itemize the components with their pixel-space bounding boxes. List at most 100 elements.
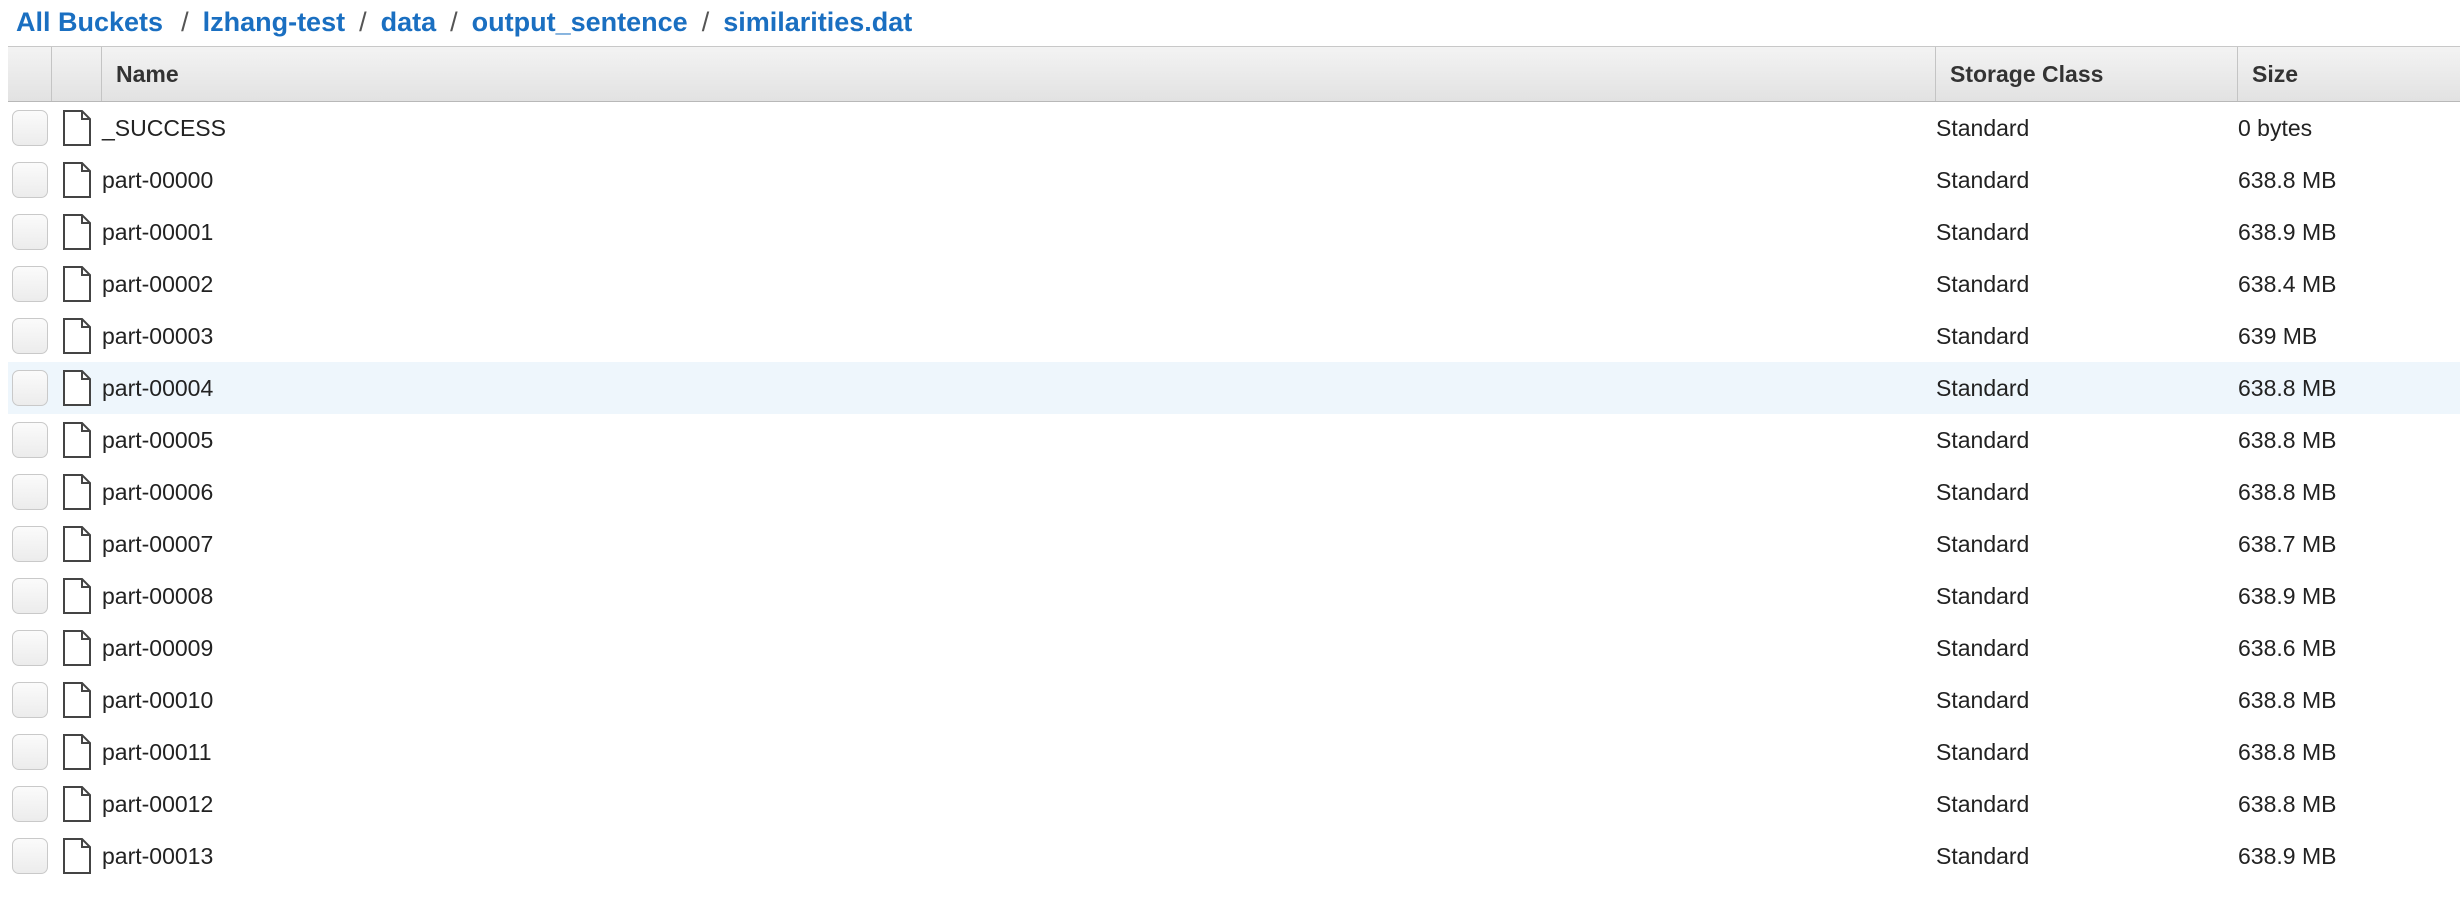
row-icon-cell [52, 266, 102, 302]
header-select-column[interactable] [8, 47, 52, 101]
table-row[interactable]: part-00010 Standard 638.8 MB [8, 674, 2460, 726]
table-row[interactable]: part-00000 Standard 638.8 MB [8, 154, 2460, 206]
file-name[interactable]: part-00009 [102, 635, 213, 662]
file-name[interactable]: part-00001 [102, 219, 213, 246]
row-checkbox-cell [8, 682, 52, 718]
table-row[interactable]: part-00008 Standard 638.9 MB [8, 570, 2460, 622]
table-row[interactable]: part-00012 Standard 638.8 MB [8, 778, 2460, 830]
row-checkbox-cell [8, 474, 52, 510]
row-checkbox[interactable] [12, 578, 48, 614]
row-checkbox[interactable] [12, 162, 48, 198]
row-icon-cell [52, 162, 102, 198]
breadcrumb-folder-similarities[interactable]: similarities.dat [723, 7, 912, 38]
file-name[interactable]: part-00007 [102, 531, 213, 558]
table-row[interactable]: part-00013 Standard 638.9 MB [8, 830, 2460, 882]
row-name-cell: part-00013 [102, 843, 1936, 870]
header-size[interactable]: Size [2238, 47, 2460, 101]
header-storage-class[interactable]: Storage Class [1936, 47, 2238, 101]
row-size: 638.8 MB [2238, 426, 2337, 453]
file-name[interactable]: part-00010 [102, 687, 213, 714]
row-storage-class: Standard [1936, 582, 2030, 609]
breadcrumb-folder-output-sentence[interactable]: output_sentence [472, 7, 688, 38]
row-checkbox[interactable] [12, 734, 48, 770]
file-name[interactable]: part-00002 [102, 271, 213, 298]
row-storage-class: Standard [1936, 270, 2030, 297]
row-checkbox[interactable] [12, 474, 48, 510]
table-row[interactable]: part-00006 Standard 638.8 MB [8, 466, 2460, 518]
row-icon-cell [52, 578, 102, 614]
table-row[interactable]: part-00001 Standard 638.9 MB [8, 206, 2460, 258]
file-name[interactable]: part-00006 [102, 479, 213, 506]
row-name-cell: part-00009 [102, 635, 1936, 662]
file-icon [62, 162, 92, 198]
table-row[interactable]: part-00005 Standard 638.8 MB [8, 414, 2460, 466]
row-checkbox-cell [8, 786, 52, 822]
file-name[interactable]: part-00012 [102, 791, 213, 818]
row-name-cell: part-00008 [102, 583, 1936, 610]
row-checkbox-cell [8, 838, 52, 874]
row-checkbox-cell [8, 734, 52, 770]
row-size: 638.8 MB [2238, 478, 2337, 505]
row-checkbox[interactable] [12, 318, 48, 354]
row-storage-class: Standard [1936, 738, 2030, 765]
row-icon-cell [52, 630, 102, 666]
row-checkbox[interactable] [12, 266, 48, 302]
row-size: 638.8 MB [2238, 738, 2337, 765]
row-storage-class: Standard [1936, 478, 2030, 505]
file-name[interactable]: _SUCCESS [102, 115, 226, 142]
table-row[interactable]: part-00007 Standard 638.7 MB [8, 518, 2460, 570]
row-checkbox[interactable] [12, 838, 48, 874]
row-icon-cell [52, 214, 102, 250]
row-checkbox-cell [8, 214, 52, 250]
row-size: 638.8 MB [2238, 686, 2337, 713]
row-name-cell: _SUCCESS [102, 115, 1936, 142]
breadcrumb-folder-data[interactable]: data [381, 7, 437, 38]
row-storage-class: Standard [1936, 218, 2030, 245]
row-checkbox[interactable] [12, 630, 48, 666]
row-checkbox[interactable] [12, 422, 48, 458]
file-name[interactable]: part-00000 [102, 167, 213, 194]
file-name[interactable]: part-00013 [102, 843, 213, 870]
file-icon [62, 682, 92, 718]
table-body: _SUCCESS Standard 0 bytes part-00000 Standar… [8, 102, 2460, 882]
breadcrumb-all-buckets[interactable]: All Buckets [16, 7, 163, 38]
row-checkbox[interactable] [12, 214, 48, 250]
table-row[interactable]: part-00009 Standard 638.6 MB [8, 622, 2460, 674]
row-size: 638.8 MB [2238, 790, 2337, 817]
row-size: 638.6 MB [2238, 634, 2337, 661]
row-checkbox[interactable] [12, 526, 48, 562]
row-name-cell: part-00002 [102, 271, 1936, 298]
header-icon-column [52, 47, 102, 101]
table-row[interactable]: part-00004 Standard 638.8 MB [8, 362, 2460, 414]
file-name[interactable]: part-00005 [102, 427, 213, 454]
breadcrumb-bucket[interactable]: lzhang-test [203, 7, 346, 38]
row-storage-class: Standard [1936, 322, 2030, 349]
row-checkbox[interactable] [12, 786, 48, 822]
row-checkbox[interactable] [12, 110, 48, 146]
file-name[interactable]: part-00003 [102, 323, 213, 350]
file-name[interactable]: part-00004 [102, 375, 213, 402]
row-checkbox[interactable] [12, 682, 48, 718]
row-checkbox-cell [8, 422, 52, 458]
file-icon [62, 630, 92, 666]
file-icon [62, 734, 92, 770]
table-row[interactable]: part-00011 Standard 638.8 MB [8, 726, 2460, 778]
table-row[interactable]: part-00002 Standard 638.4 MB [8, 258, 2460, 310]
table-row[interactable]: _SUCCESS Standard 0 bytes [8, 102, 2460, 154]
row-icon-cell [52, 786, 102, 822]
row-icon-cell [52, 682, 102, 718]
file-name[interactable]: part-00008 [102, 583, 213, 610]
row-name-cell: part-00001 [102, 219, 1936, 246]
row-size: 638.7 MB [2238, 530, 2337, 557]
file-icon [62, 474, 92, 510]
row-storage-class: Standard [1936, 374, 2030, 401]
row-icon-cell [52, 318, 102, 354]
row-storage-class: Standard [1936, 426, 2030, 453]
header-name[interactable]: Name [102, 47, 1936, 101]
row-size: 638.8 MB [2238, 166, 2337, 193]
table-row[interactable]: part-00003 Standard 639 MB [8, 310, 2460, 362]
file-icon [62, 838, 92, 874]
file-name[interactable]: part-00011 [102, 739, 212, 766]
row-storage-class: Standard [1936, 114, 2030, 141]
row-checkbox[interactable] [12, 370, 48, 406]
